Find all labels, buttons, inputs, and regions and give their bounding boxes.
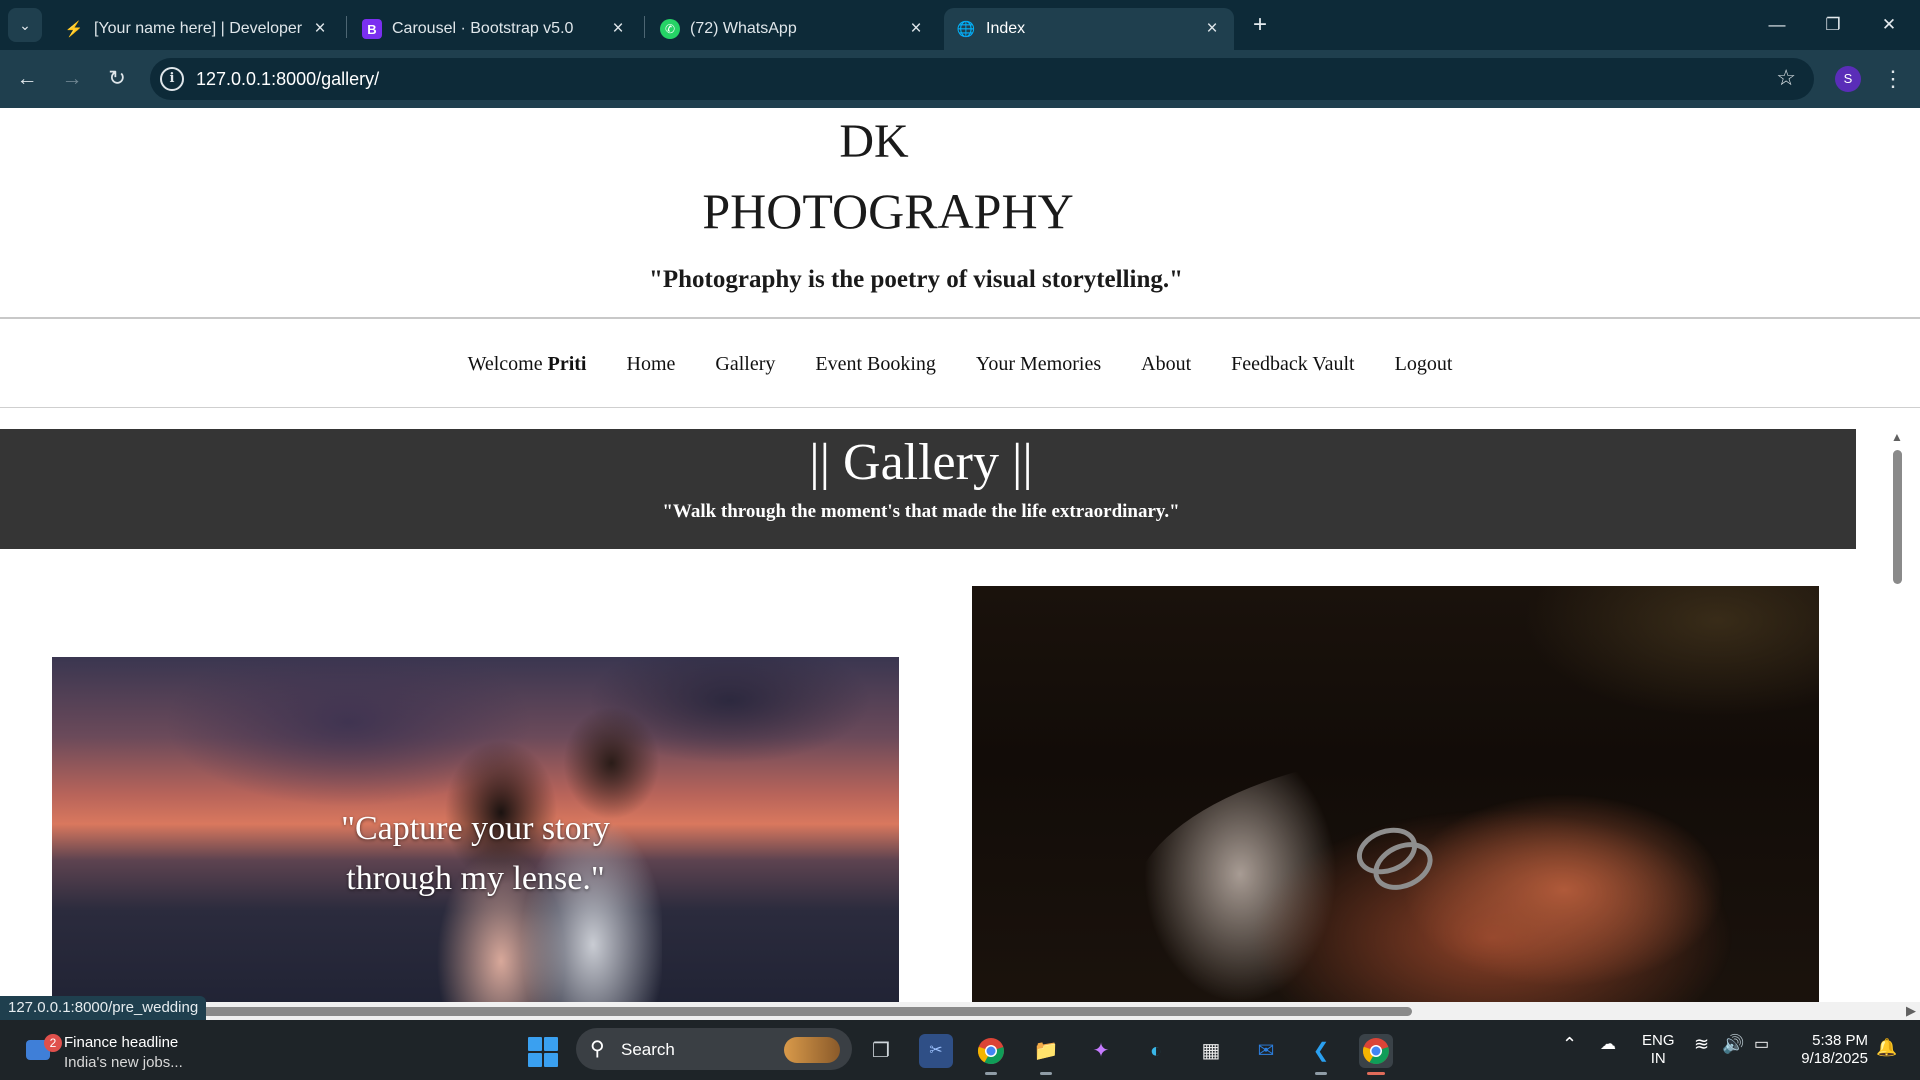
scroll-up-icon[interactable]: ▲ — [1891, 430, 1903, 444]
news-title: Finance headline — [64, 1034, 179, 1051]
main-nav: Welcome Priti Home Gallery Event Booking… — [0, 353, 1920, 376]
tab-title: (72) WhatsApp — [690, 20, 797, 37]
nav-feedback-vault[interactable]: Feedback Vault — [1231, 353, 1355, 376]
task-view-icon[interactable]: ❐ — [864, 1034, 898, 1068]
bookmark-star-icon[interactable]: ☆ — [1776, 65, 1796, 91]
tab-separator — [346, 16, 347, 38]
onedrive-icon[interactable]: ☁ — [1600, 1034, 1616, 1054]
language-indicator[interactable]: ENG IN — [1642, 1032, 1675, 1068]
gallery-subtitle: "Walk through the moment's that made the… — [662, 501, 1180, 522]
volume-icon[interactable]: 🔊 — [1722, 1034, 1744, 1055]
horizontal-scrollbar[interactable]: ▶ — [0, 1002, 1920, 1020]
close-icon[interactable]: × — [906, 18, 926, 40]
gallery-banner: || Gallery || "Walk through the moment's… — [0, 429, 1856, 549]
wedding-rings-photo-card[interactable] — [972, 586, 1819, 1020]
back-button[interactable]: ← — [10, 62, 44, 96]
clock-date: 9/18/2025 — [1801, 1050, 1868, 1067]
vscode-icon[interactable]: ❮ — [1304, 1034, 1338, 1075]
news-subtitle: India's new jobs... — [64, 1054, 183, 1071]
window-close-button[interactable]: ✕ — [1874, 10, 1904, 40]
nav-your-memories[interactable]: Your Memories — [976, 353, 1101, 376]
brand-title-line2: PHOTOGRAPHY — [702, 183, 1074, 239]
battery-icon[interactable]: ▭ — [1754, 1034, 1769, 1054]
welcome-text: Welcome Priti — [467, 353, 587, 375]
tab-title: Index — [986, 20, 1026, 37]
chevron-up-icon[interactable]: ⌃ — [1562, 1034, 1577, 1055]
brand-title-line1: DK — [839, 115, 909, 168]
clock-time: 5:38 PM — [1812, 1032, 1868, 1049]
edge-icon[interactable]: ◐ — [1139, 1034, 1173, 1068]
notification-badge: 2 — [44, 1034, 62, 1052]
search-icon: ⚲ — [590, 1038, 605, 1060]
close-icon[interactable]: × — [608, 18, 628, 40]
scroll-thumb[interactable] — [1893, 450, 1902, 584]
nav-event-booking[interactable]: Event Booking — [815, 353, 936, 376]
reload-button[interactable]: ↻ — [100, 62, 134, 96]
scroll-right-icon[interactable]: ▶ — [1906, 1003, 1916, 1019]
tab-separator — [644, 16, 645, 38]
profile-avatar[interactable]: S — [1835, 66, 1861, 92]
nav-home[interactable]: Home — [627, 353, 676, 376]
chevron-down-icon: ⌄ — [19, 16, 31, 33]
gallery-title: || Gallery || — [809, 434, 1033, 491]
wifi-icon[interactable]: ≋ — [1694, 1034, 1709, 1055]
photo-quote-line2: through my lense." — [346, 860, 605, 897]
nav-gallery[interactable]: Gallery — [715, 353, 775, 376]
tab-strip: ⌄ ⚡ [Your name here] | Developer × B Car… — [0, 0, 1920, 50]
file-explorer-icon[interactable]: 📁 — [1029, 1034, 1063, 1075]
clock[interactable]: 5:38 PM 9/18/2025 — [1796, 1032, 1868, 1068]
site-info-icon[interactable]: i — [160, 67, 184, 91]
bootstrap-icon: B — [362, 19, 382, 39]
store-icon[interactable]: ▦ — [1194, 1034, 1228, 1068]
new-tab-button[interactable]: + — [1246, 12, 1274, 40]
tab-whatsapp[interactable]: ✆ (72) WhatsApp × — [648, 8, 938, 50]
nav-about[interactable]: About — [1141, 353, 1191, 376]
address-bar[interactable]: i 127.0.0.1:8000/gallery/ ☆ — [150, 58, 1814, 100]
site-tagline: "Photography is the poetry of visual sto… — [649, 266, 1183, 293]
photo-quote: "Capture your story through my lense." — [52, 804, 899, 904]
whatsapp-icon: ✆ — [660, 19, 680, 39]
globe-icon: 🌐 — [956, 21, 976, 38]
tab-index[interactable]: 🌐 Index × — [944, 8, 1234, 50]
status-bar-url: 127.0.0.1:8000/pre_wedding — [0, 996, 207, 1020]
url-text[interactable]: 127.0.0.1:8000/gallery/ — [196, 69, 379, 90]
copilot-icon[interactable]: ✦ — [1084, 1034, 1118, 1068]
news-widget[interactable]: 2 Finance headline India's new jobs... — [20, 1028, 220, 1072]
username: Priti — [547, 353, 587, 375]
tab-title: Carousel · Bootstrap v5.0 — [392, 20, 574, 37]
tab-developer[interactable]: ⚡ [Your name here] | Developer × — [52, 8, 342, 50]
scroll-thumb[interactable] — [202, 1007, 1412, 1016]
more-menu-icon[interactable]: ⋮ — [1882, 62, 1904, 96]
minimize-button[interactable]: — — [1762, 10, 1792, 40]
tab-bootstrap[interactable]: B Carousel · Bootstrap v5.0 × — [350, 8, 640, 50]
tab-search-button[interactable]: ⌄ — [8, 8, 42, 42]
nav-logout[interactable]: Logout — [1395, 353, 1453, 376]
browser-toolbar: ← → ↻ i 127.0.0.1:8000/gallery/ ☆ S ⋮ — [0, 50, 1920, 108]
outlook-icon[interactable]: ✉ — [1249, 1034, 1283, 1068]
chrome-app-icon[interactable] — [974, 1034, 1008, 1075]
windows-taskbar: 2 Finance headline India's new jobs... ⚲… — [0, 1020, 1920, 1080]
pre-wedding-photo-card[interactable]: "Capture your story through my lense." — [52, 657, 899, 1020]
mehndi-hand-photo — [1132, 746, 1819, 1020]
close-icon[interactable]: × — [1202, 18, 1222, 40]
lightning-icon: ⚡ — [64, 21, 84, 38]
chrome-profile-app-icon[interactable] — [1359, 1034, 1393, 1075]
forward-button[interactable]: → — [55, 62, 89, 96]
search-label: Search — [621, 1040, 675, 1059]
snipping-tool-icon[interactable]: ✂ — [919, 1034, 953, 1068]
nav-divider — [0, 407, 1920, 408]
start-button[interactable] — [528, 1037, 558, 1067]
header-divider — [0, 317, 1920, 319]
notification-bell-icon[interactable]: 🔔 — [1876, 1038, 1897, 1058]
page-viewport: DK PHOTOGRAPHY "Photography is the poetr… — [0, 108, 1920, 1020]
photo-quote-line1: "Capture your story — [341, 810, 610, 847]
close-icon[interactable]: × — [310, 18, 330, 40]
tab-title: [Your name here] | Developer — [94, 20, 303, 37]
restore-button[interactable]: ❐ — [1818, 10, 1848, 40]
search-highlight-image — [784, 1037, 840, 1063]
taskbar-search[interactable]: ⚲ Search — [576, 1028, 852, 1070]
vertical-scrollbar[interactable]: ▲ — [1888, 430, 1908, 1020]
